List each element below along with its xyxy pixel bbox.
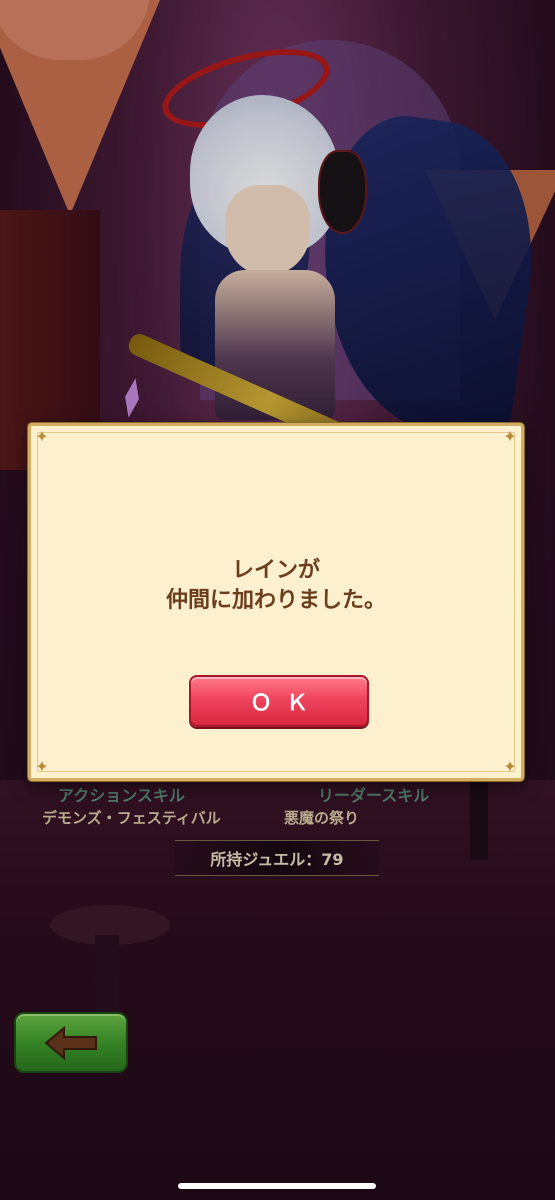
dialog-message-line2: 仲間に加わりました。 xyxy=(165,588,386,613)
recruit-dialog: ✦ ✦ ✦ ✦ レインが 仲間に加わりました。 ＯＫ xyxy=(28,423,524,781)
corner-ornament-icon: ✦ xyxy=(503,757,517,776)
dialog-message-line1: レインが xyxy=(231,558,320,583)
home-indicator[interactable] xyxy=(178,1183,376,1189)
dialog-message: レインが 仲間に加わりました。 xyxy=(31,556,521,616)
corner-ornament-icon: ✦ xyxy=(35,427,49,446)
corner-ornament-icon: ✦ xyxy=(503,427,517,446)
corner-ornament-icon: ✦ xyxy=(35,757,49,776)
ok-button[interactable]: ＯＫ xyxy=(189,675,369,727)
